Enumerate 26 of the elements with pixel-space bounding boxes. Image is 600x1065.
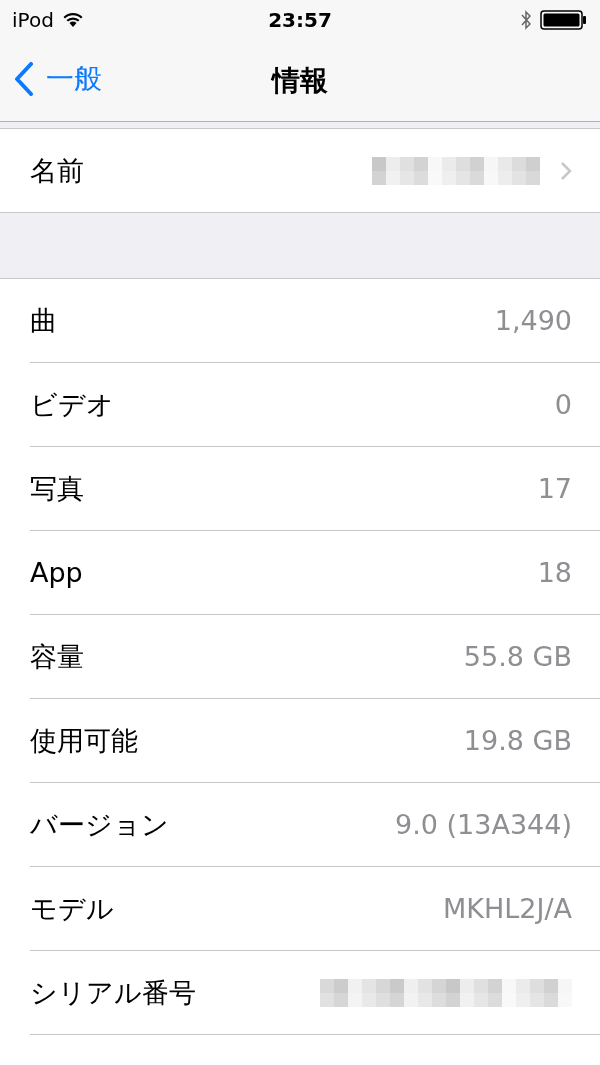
chevron-left-icon — [14, 62, 34, 96]
back-button[interactable]: 一般 — [14, 60, 102, 98]
page-title: 情報 — [272, 62, 328, 99]
row-value: 55.8 GB — [463, 641, 572, 672]
battery-icon — [540, 10, 588, 30]
row-value: MKHL2J/A — [442, 893, 572, 924]
row-value: 1,490 — [494, 305, 572, 336]
row-label: ビデオ — [30, 387, 114, 422]
carrier-name: iPod — [12, 8, 54, 32]
row-value: 9.0 (13A344) — [395, 809, 572, 840]
row-label: 名前 — [30, 153, 84, 188]
row-label: モデル — [30, 891, 114, 926]
settings-row[interactable]: 名前 — [30, 129, 600, 212]
row-label: 使用可能 — [30, 723, 138, 758]
row-label: 曲 — [30, 303, 57, 338]
row-value: 0 — [554, 389, 572, 420]
row-label: 写真 — [30, 471, 84, 506]
clock-time: 23:57 — [268, 8, 332, 32]
row-value: 18 — [537, 557, 572, 588]
row-label: シリアル番号 — [30, 975, 196, 1010]
wifi-icon — [61, 12, 84, 28]
row-label: バージョン — [30, 807, 169, 842]
row-label: App — [30, 557, 83, 588]
row-label: 容量 — [30, 639, 84, 674]
row-value: 19.8 GB — [463, 725, 572, 756]
row-value: 17 — [537, 473, 572, 504]
